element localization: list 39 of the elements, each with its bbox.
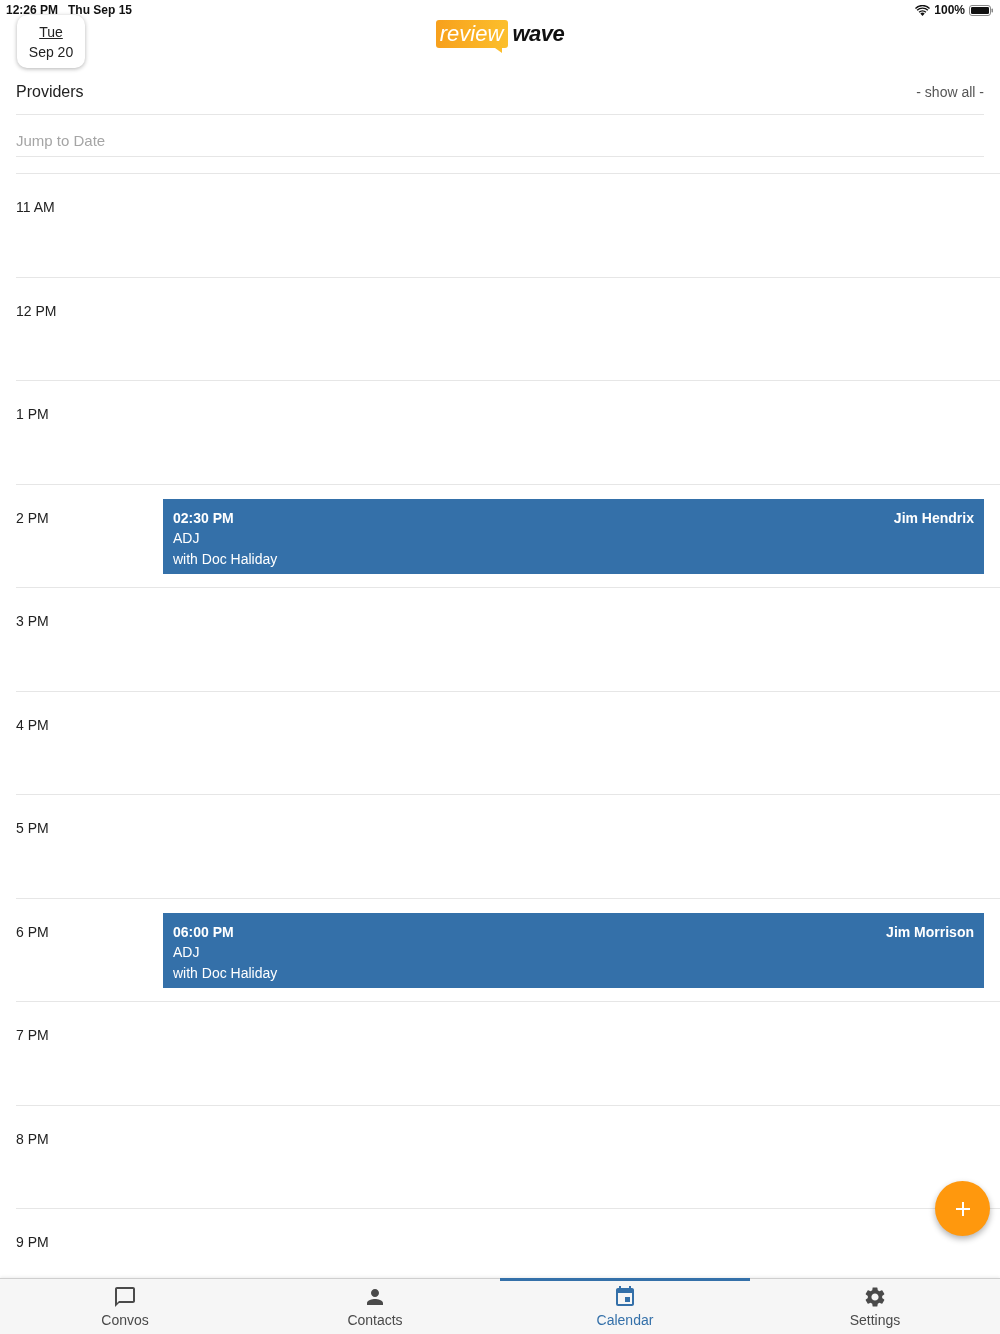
battery-icon xyxy=(969,4,993,16)
appointment-time: 02:30 PM xyxy=(173,508,234,528)
hour-label: 2 PM xyxy=(16,508,50,527)
appointment-type: ADJ xyxy=(173,529,200,548)
hour-label: 7 PM xyxy=(16,1026,50,1044)
battery-percent: 100% xyxy=(934,3,965,17)
status-time: 12:26 PM xyxy=(6,3,59,17)
appointment-provider: with Doc Haliday xyxy=(173,963,278,983)
wifi-icon xyxy=(915,4,931,16)
tab[interactable]: Contacts xyxy=(250,1278,500,1334)
chat-bubble-icon xyxy=(113,1285,137,1309)
hour-label: 5 PM xyxy=(16,819,50,837)
hour-label: 11 AM xyxy=(16,198,56,216)
hour-label: 8 PM xyxy=(16,1129,50,1148)
tab[interactable]: Calendar xyxy=(500,1278,750,1334)
hour-label: 1 PM xyxy=(16,405,50,423)
appointment-card[interactable]: 06:00 PM ADJ with Doc Haliday Jim Morrison xyxy=(163,912,984,988)
logo: review wave xyxy=(435,20,565,53)
status-date: Thu Sep 15 xyxy=(68,3,133,17)
providers-label: Providers xyxy=(16,83,84,101)
date-button[interactable]: Tue Sep 20 xyxy=(17,15,85,68)
tab[interactable]: Convos xyxy=(0,1278,250,1334)
appointment-type: ADJ xyxy=(173,943,200,962)
client-name: Jim Morrison xyxy=(886,922,974,942)
appointment-time: 06:00 PM xyxy=(173,922,234,942)
jump-to-date-field[interactable]: Jump to Date xyxy=(16,115,984,157)
appointment-provider: with Doc Haliday xyxy=(173,549,278,569)
settings-icon xyxy=(863,1285,887,1309)
hour-label: 12 PM xyxy=(16,301,58,320)
hour-label: 4 PM xyxy=(16,715,50,734)
client-name: Jim Hendrix xyxy=(893,508,974,528)
tab[interactable]: Settings xyxy=(750,1278,1000,1334)
hour-label: 3 PM xyxy=(16,612,50,630)
hour-label: 9 PM xyxy=(16,1233,50,1251)
appointment-card[interactable]: 02:30 PM ADJ with Doc Haliday Jim Hendrix xyxy=(163,498,984,574)
show-all-link[interactable]: - show all - xyxy=(916,84,984,100)
hour-label: 6 PM xyxy=(16,922,50,941)
calendar-icon xyxy=(613,1285,637,1309)
add-button[interactable] xyxy=(935,1181,990,1236)
